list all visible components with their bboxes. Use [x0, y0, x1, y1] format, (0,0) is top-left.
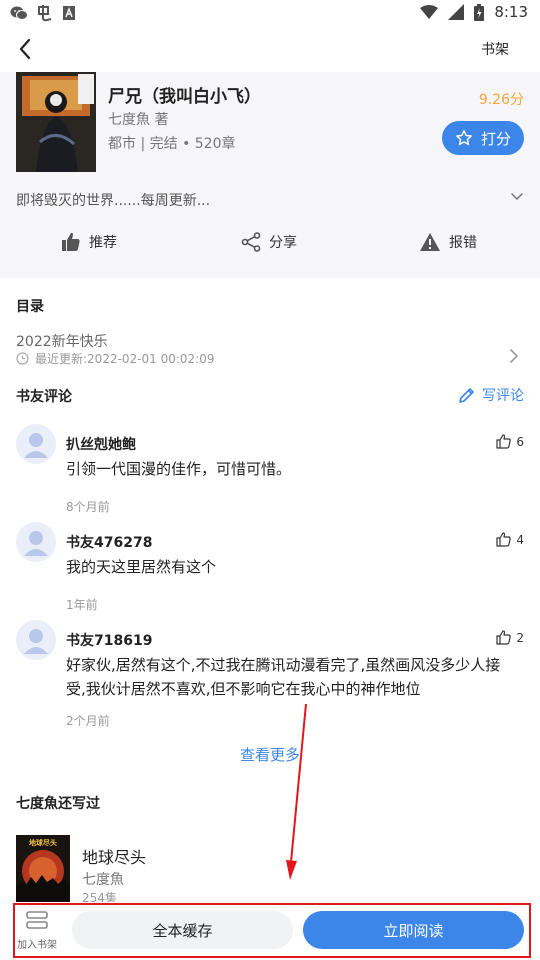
review-text: 好家伙,居然有这个,不过我在腾讯动漫看完了,虽然画风没多少人接受,我伙计居然不喜…: [66, 656, 501, 698]
bottom-action-bar: 加入书架 全本缓存 立即阅读: [0, 902, 540, 960]
thumbs-up-icon: [62, 232, 80, 251]
review-time: 2个月前: [66, 714, 110, 728]
review-username: 扒丝剋她鲍: [66, 437, 136, 453]
other-work-cover[interactable]: 地球尽头: [16, 835, 70, 905]
status-bar-system: 8:13: [420, 3, 528, 21]
chevron-down-icon: [511, 193, 523, 201]
book-cover[interactable]: [16, 72, 96, 172]
toc-latest-chapter[interactable]: 2022新年快乐: [16, 331, 108, 351]
signal-icon: [448, 4, 465, 20]
more-reviews-link[interactable]: 查看更多: [0, 744, 540, 765]
book-actions: 推荐 分享 报错: [0, 224, 540, 262]
book-header: 尸兄（我叫白小飞） 9.26分 七度魚 著 都市 | 完结 • 520章 打分 …: [0, 72, 540, 278]
share-button[interactable]: 分享: [241, 232, 297, 252]
report-button[interactable]: 报错: [419, 232, 477, 252]
review-text: 我的天这里居然有这个: [66, 558, 217, 576]
wechat-icon: [10, 6, 28, 20]
other-work-title[interactable]: 地球尽头: [82, 844, 146, 868]
share-label: 分享: [269, 235, 297, 251]
review-time: 1年前: [66, 598, 98, 612]
avatar[interactable]: [16, 424, 56, 464]
rate-button-label: 打分: [480, 129, 511, 148]
pencil-icon: [459, 388, 474, 403]
thumbs-up-outline-icon: [496, 630, 512, 645]
bookshelf-link[interactable]: 书架: [481, 39, 509, 59]
other-work-cover-title: 地球尽头: [29, 838, 57, 847]
app-notification-icon: [38, 5, 52, 22]
review-text: 引领一代国漫的佳作，可惜可惜。: [66, 460, 292, 478]
review-like-button[interactable]: 2: [496, 630, 524, 645]
toc-update-time: 最近更新:2022-02-01 00:02:09: [35, 352, 215, 366]
wifi-icon: [420, 5, 439, 19]
warning-icon: [420, 233, 440, 251]
avatar[interactable]: [16, 522, 56, 562]
write-review-label: 写评论: [482, 388, 524, 404]
battery-icon: [474, 3, 485, 21]
store-notification-icon: [63, 6, 75, 20]
add-to-shelf-button[interactable]: 加入书架: [12, 910, 62, 954]
thumbs-up-outline-icon: [496, 434, 512, 449]
book-author[interactable]: 七度魚 著: [108, 109, 168, 129]
book-summary[interactable]: 即将毁灭的世界......每周更新...: [16, 190, 210, 210]
read-now-button[interactable]: 立即阅读: [303, 911, 524, 949]
book-meta: 都市 | 完结 • 520章: [108, 136, 236, 152]
toc-update-row: 最近更新:2022-02-01 00:02:09: [16, 350, 215, 367]
toc-open-button[interactable]: [508, 348, 520, 364]
star-icon: [456, 130, 472, 146]
status-time: 8:13: [494, 3, 528, 21]
clock-icon: [16, 352, 29, 365]
review-like-count: 2: [516, 630, 524, 645]
review-like-button[interactable]: 4: [496, 532, 524, 547]
back-arrow-icon: [19, 38, 31, 60]
write-review-button[interactable]: 写评论: [458, 385, 524, 405]
share-icon: [241, 232, 261, 252]
recommend-label: 推荐: [89, 235, 117, 251]
review-username: 书友476278: [66, 535, 153, 551]
rate-button[interactable]: 打分: [442, 121, 524, 155]
review-like-count: 4: [516, 532, 524, 547]
toc-title: 目录: [16, 299, 44, 315]
review-like-count: 6: [516, 434, 524, 449]
review-time: 8个月前: [66, 500, 110, 514]
avatar[interactable]: [16, 620, 56, 660]
thumbs-up-outline-icon: [496, 532, 512, 547]
book-score: 9.26分: [478, 92, 524, 108]
book-title: 尸兄（我叫白小飞）: [108, 87, 261, 107]
reviews-title: 书友评论: [16, 389, 72, 405]
review-like-button[interactable]: 6: [496, 434, 524, 449]
expand-summary-button[interactable]: [510, 189, 524, 203]
status-bar: 8:13: [0, 0, 540, 26]
review-username: 书友718619: [66, 633, 153, 649]
back-button[interactable]: [14, 36, 38, 62]
status-bar-notifications: [10, 4, 76, 22]
top-bar: 书架: [0, 26, 540, 72]
other-work-author: 七度魚: [82, 872, 124, 888]
report-label: 报错: [449, 235, 477, 251]
cache-all-button[interactable]: 全本缓存: [72, 911, 293, 949]
recommend-button[interactable]: 推荐: [61, 232, 117, 252]
add-to-shelf-label: 加入书架: [17, 940, 57, 951]
other-works-title: 七度魚还写过: [16, 796, 100, 812]
chevron-right-icon: [510, 349, 519, 363]
bookshelf-add-icon: [26, 911, 48, 929]
